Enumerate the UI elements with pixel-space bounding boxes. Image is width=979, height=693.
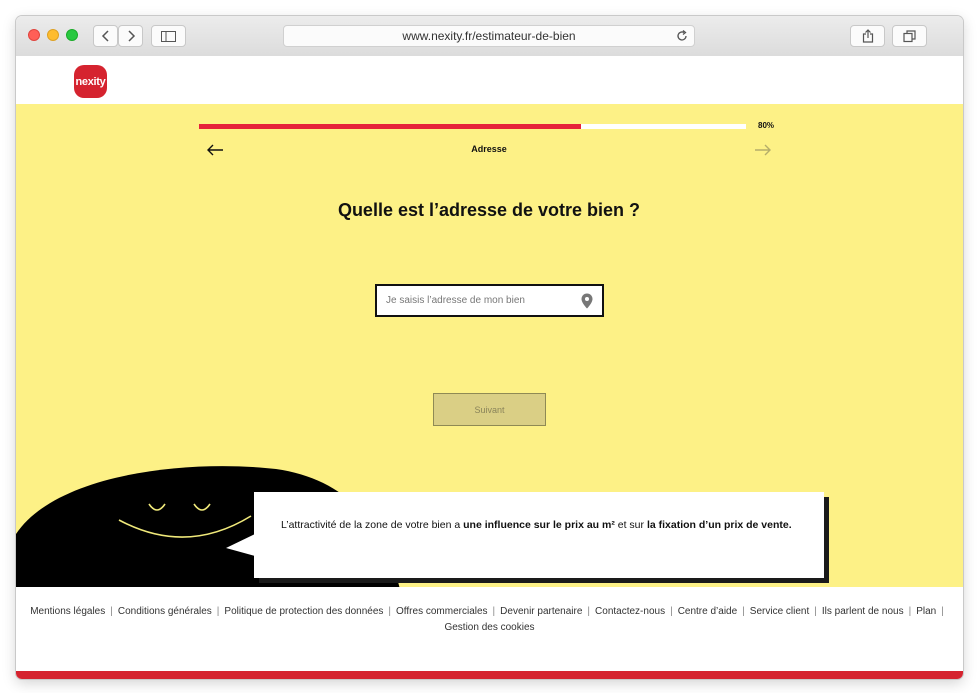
- tip-bubble-tail: [226, 534, 255, 556]
- address-field[interactable]: [375, 284, 604, 317]
- url-text: www.nexity.fr/estimateur-de-bien: [402, 29, 576, 43]
- arrow-right-icon[interactable]: [754, 143, 772, 157]
- question-heading: Quelle est l’adresse de votre bien ?: [337, 200, 641, 220]
- forward-button[interactable]: [118, 25, 143, 47]
- footer-link[interactable]: Conditions générales: [118, 606, 212, 617]
- arrow-left-icon[interactable]: [206, 143, 224, 157]
- address-input[interactable]: [377, 286, 576, 315]
- site-footer: Mentions légales | Conditions générales | Po…: [16, 587, 963, 679]
- tip-bubble: [254, 492, 824, 578]
- footer-links: Mentions légales | Conditions générales | Po…: [30, 606, 944, 633]
- back-icon: [101, 30, 109, 42]
- tip-text-part: L’attractivité de la zone de votre bien …: [281, 519, 464, 531]
- footer-link[interactable]: Centre d’aide: [678, 606, 737, 617]
- nexity-logo[interactable]: nexity: [74, 65, 107, 98]
- tabs-button[interactable]: [892, 25, 927, 47]
- logo-text: nexity: [75, 75, 106, 88]
- progress-bar: [199, 124, 746, 129]
- estimator-step: 80% Adresse Quelle est l’adresse de votr…: [16, 104, 963, 587]
- tip-text-bold: une influence sur le prix au m²: [463, 519, 615, 531]
- back-button[interactable]: [93, 25, 118, 47]
- close-window-button[interactable]: [28, 29, 40, 41]
- forward-icon: [127, 30, 135, 42]
- footer-link[interactable]: Offres commerciales: [396, 606, 488, 617]
- progress-fill: [199, 124, 582, 129]
- footer-link[interactable]: Ils parlent de nous: [822, 606, 904, 617]
- footer-link[interactable]: Devenir partenaire: [500, 606, 582, 617]
- share-button[interactable]: [850, 25, 885, 47]
- footer-link[interactable]: Mentions légales: [30, 606, 105, 617]
- location-pin-icon: [581, 293, 593, 309]
- footer-brand-bar: [16, 671, 963, 679]
- tip-text-part: et sur: [614, 519, 647, 531]
- address-bar[interactable]: www.nexity.fr/estimateur-de-bien: [283, 25, 695, 47]
- sidebar-button[interactable]: [151, 25, 186, 47]
- footer-link[interactable]: Gestion des cookies: [444, 622, 534, 633]
- progress-percent: 80%: [758, 121, 775, 130]
- reload-icon[interactable]: [676, 29, 688, 43]
- step-title: Adresse: [471, 144, 507, 154]
- tabs-icon: [903, 29, 916, 42]
- footer-link[interactable]: Service client: [750, 606, 809, 617]
- minimize-window-button[interactable]: [47, 29, 59, 41]
- tip-text: L’attractivité de la zone de votre bien …: [281, 517, 801, 533]
- footer-link[interactable]: Plan: [916, 606, 936, 617]
- browser-window: www.nexity.fr/estimateur-de-bien nexity …: [16, 16, 963, 679]
- sidebar-icon: [161, 30, 176, 42]
- next-button[interactable]: Suivant: [433, 393, 546, 426]
- browser-toolbar: www.nexity.fr/estimateur-de-bien: [16, 16, 963, 57]
- footer-link[interactable]: Politique de protection des données: [224, 606, 383, 617]
- zoom-window-button[interactable]: [66, 29, 78, 41]
- tip-text-bold: la fixation d’un prix de vente.: [646, 519, 792, 531]
- footer-link[interactable]: Contactez-nous: [595, 606, 665, 617]
- share-icon: [862, 29, 873, 43]
- site-header: nexity: [16, 56, 963, 105]
